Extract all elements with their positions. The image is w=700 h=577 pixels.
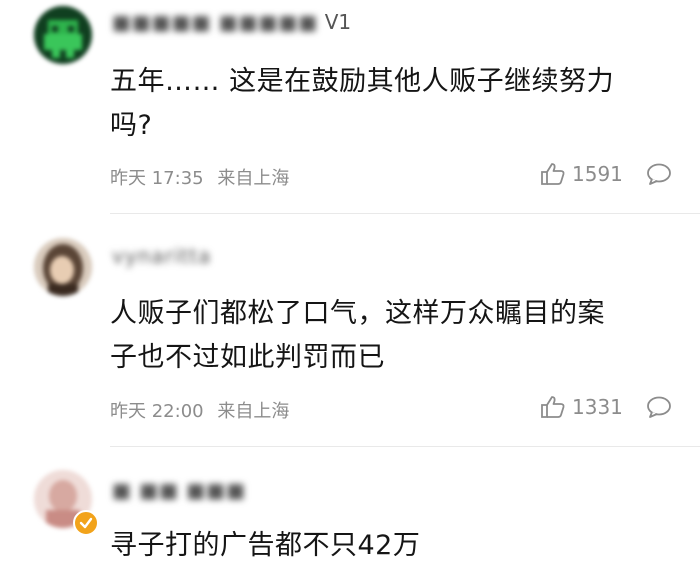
comment-bubble-icon (647, 396, 671, 418)
photo-avatar-icon (34, 238, 92, 296)
comment-text-line: 人贩子们都松了口气，这样万众瞩目的案 (110, 298, 605, 329)
username-3[interactable]: ■ ■■ ■■■ (112, 478, 246, 502)
comment-meta-2: 昨天 22:00 来自上海 (110, 397, 297, 423)
comment-text-1: 五年…… 这是在鼓励其他人贩子继续努力 吗? (110, 60, 670, 148)
comment-location: 来自上海 (217, 168, 290, 189)
thumbs-up-icon (541, 163, 565, 185)
comment-location: 来自上海 (217, 401, 290, 422)
username-blurred: vynaritta (112, 244, 212, 268)
username-blurred: ■■■■■ ■■■■■ (112, 10, 319, 34)
comment-time: 昨天 17:35 (110, 168, 204, 189)
check-icon (79, 517, 93, 529)
comment-time: 昨天 22:00 (110, 401, 204, 422)
username-blurred: ■ ■■ ■■■ (112, 478, 247, 502)
user-level-badge: V1 (324, 10, 352, 34)
avatar-1[interactable] (34, 6, 92, 64)
comment-text-2: 人贩子们都松了口气，这样万众瞩目的案 子也不过如此判罚而已 (110, 292, 670, 380)
comment-text-3: 寻子打的广告都不只42万 (110, 524, 670, 568)
username-2[interactable]: vynaritta (112, 244, 211, 268)
like-count: 1591 (572, 162, 623, 186)
divider (110, 213, 700, 214)
comment-text-line: 寻子打的广告都不只42万 (110, 530, 421, 561)
divider (110, 446, 700, 447)
like-button-2[interactable]: 1331 (540, 395, 623, 419)
pixel-avatar-icon (34, 6, 92, 64)
comment-text-line: 子也不过如此判罚而已 (110, 342, 385, 373)
verified-badge-icon (73, 510, 99, 536)
reply-button-2[interactable] (646, 395, 672, 423)
comment-text-line: 五年…… 这是在鼓励其他人贩子继续努力 (110, 66, 615, 97)
reply-button-1[interactable] (646, 162, 672, 190)
comment-bubble-icon (647, 163, 671, 185)
thumbs-up-icon (541, 396, 565, 418)
like-count: 1331 (572, 395, 623, 419)
username-1[interactable]: ■■■■■ ■■■■■ V1 (112, 10, 351, 34)
comment-meta-1: 昨天 17:35 来自上海 (110, 164, 297, 190)
avatar-2[interactable] (34, 238, 92, 296)
like-button-1[interactable]: 1591 (540, 162, 623, 186)
comment-text-line: 吗? (110, 110, 153, 141)
